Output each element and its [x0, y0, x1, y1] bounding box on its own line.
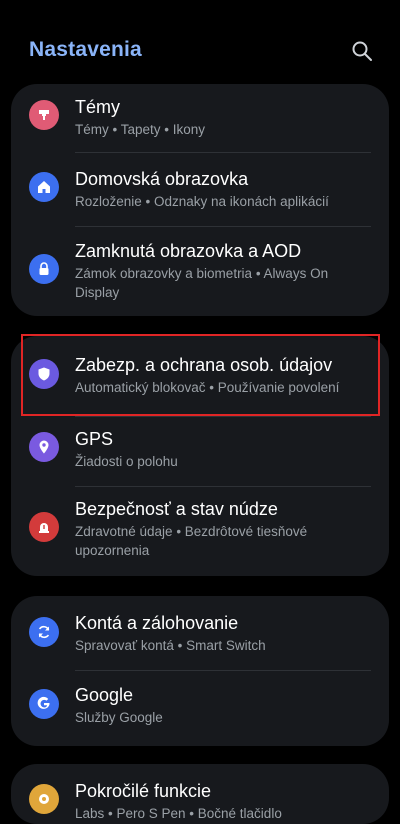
- item-title: Google: [75, 685, 134, 705]
- page-title: Nastavenia: [29, 38, 142, 61]
- settings-card-accounts: Kontá a zálohovanie Spravovať kontá • Sm…: [11, 596, 389, 746]
- item-subtitle: Rozloženie • Odznaky na ikonách aplikáci…: [75, 194, 329, 209]
- lock-icon: [29, 254, 59, 284]
- settings-card-advanced: Pokročilé funkcie Labs • Pero S Pen • Bo…: [11, 764, 389, 824]
- item-title: Pokročilé funkcie: [75, 781, 212, 801]
- divider: [75, 226, 371, 227]
- divider: [75, 486, 371, 487]
- item-title: GPS: [75, 429, 114, 449]
- item-subtitle: Témy • Tapety • Ikony: [75, 122, 206, 137]
- settings-item-accounts-backup[interactable]: Kontá a zálohovanie Spravovať kontá • Sm…: [11, 596, 389, 670]
- item-title: Témy: [75, 97, 120, 117]
- emergency-icon: [29, 512, 59, 542]
- location-pin-icon: [29, 432, 59, 462]
- settings-item-gps[interactable]: GPS Žiadosti o polohu: [11, 418, 389, 488]
- gear-star-icon: [29, 784, 59, 814]
- item-title: Bezpečnosť a stav núdze: [75, 499, 278, 519]
- settings-item-home-screen[interactable]: Domovská obrazovka Rozloženie • Odznaky …: [11, 158, 389, 232]
- divider: [75, 152, 371, 153]
- item-title: Domovská obrazovka: [75, 169, 249, 189]
- item-subtitle: Zámok obrazovky a biometria • Always On …: [75, 266, 329, 300]
- settings-item-themes[interactable]: Témy Témy • Tapety • Ikony: [11, 84, 389, 158]
- sync-icon: [29, 617, 59, 647]
- divider: [75, 416, 371, 417]
- settings-item-google[interactable]: Google Služby Google: [11, 672, 389, 744]
- item-subtitle: Žiadosti o polohu: [75, 454, 178, 469]
- settings-item-advanced-features[interactable]: Pokročilé funkcie Labs • Pero S Pen • Bo…: [11, 764, 389, 824]
- header: Nastavenia: [0, 0, 400, 84]
- palette-icon: [29, 100, 59, 130]
- selection-highlight: [21, 334, 380, 416]
- settings-card-display: Témy Témy • Tapety • Ikony Domovská obra…: [11, 84, 389, 316]
- item-subtitle: Spravovať kontá • Smart Switch: [75, 638, 266, 653]
- home-icon: [29, 172, 59, 202]
- settings-item-safety-emergency[interactable]: Bezpečnosť a stav núdze Zdravotné údaje …: [11, 490, 389, 574]
- item-subtitle: Zdravotné údaje • Bezdrôtové tiesňové up…: [75, 524, 308, 558]
- google-icon: [29, 689, 59, 719]
- item-title: Zamknutá obrazovka a AOD: [75, 241, 302, 261]
- item-subtitle: Služby Google: [75, 710, 163, 725]
- search-icon[interactable]: [350, 39, 374, 63]
- item-title: Kontá a zálohovanie: [75, 613, 239, 633]
- divider: [75, 670, 371, 671]
- settings-item-lock-screen[interactable]: Zamknutá obrazovka a AOD Zámok obrazovky…: [11, 232, 389, 316]
